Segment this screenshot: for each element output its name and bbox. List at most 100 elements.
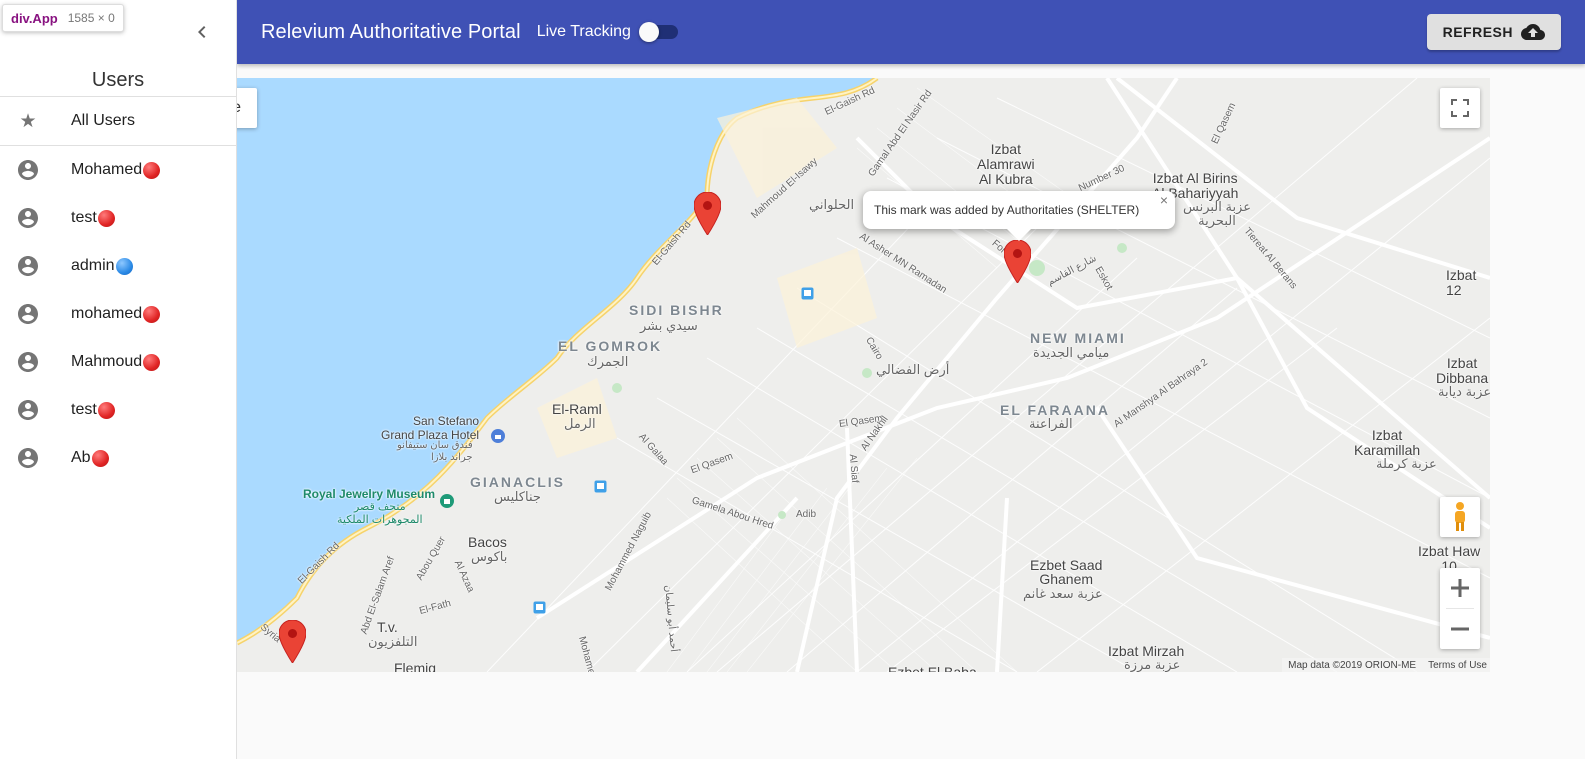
map-marker[interactable] [694,192,721,235]
user-list-item[interactable]: Ab [0,434,236,482]
map-type-control-text: e [237,99,241,117]
account-circle-icon [16,302,40,326]
drawer-title: Users [91,69,145,91]
label-ezbet-saad: Ezbet Saad Ghanem [1030,557,1103,587]
plus-icon [1451,579,1469,597]
map-marker-shelter[interactable] [1004,240,1031,283]
user-list-item[interactable]: test [0,194,236,242]
label-el-raml-ar: الرمل [564,416,596,431]
user-name: mohamed [71,305,143,322]
label-tv: T.v. [377,619,398,635]
devtools-size: 1585 × 0 [67,11,115,25]
devtools-tag: div.App [11,10,58,26]
star-icon: ★ [19,110,37,132]
map-attribution: Map data ©2019 ORION-ME Terms of Use [1282,658,1490,672]
map-base [237,78,1490,672]
account-circle-icon [16,350,40,374]
account-circle-icon [16,446,40,470]
user-name: test [71,209,97,226]
zoom-control [1440,568,1480,649]
user-name: admin [71,257,115,274]
users-drawer: Users ★ All Users Mohamed test admin mohame… [0,0,237,759]
chevron-left-icon [198,26,206,38]
user-name: Mohamed [71,161,143,178]
label-halawani-ar: الحلواني [809,197,855,212]
live-tracking-switch[interactable] [638,20,679,44]
user-name: Ab [71,449,91,466]
user-name: test [71,401,97,418]
user-name: Mahmoud [71,353,143,370]
user-list-item[interactable]: Mahmoud [0,338,236,386]
label-bacos-ar: باكوس [471,549,508,564]
refresh-label: REFRESH [1442,24,1513,40]
all-users-label: All Users [71,112,136,129]
hotel-poi-icon[interactable] [490,428,506,444]
label-ezbet-el-baba: Ezbet El Baba [888,664,977,672]
user-list-item[interactable]: test [0,386,236,434]
transit-poi-icon[interactable] [533,601,546,614]
label-izbat-dibbana: Izbat Dibbana [1436,355,1489,386]
label-flemig: Flemig [394,660,437,672]
user-list-item[interactable]: admin [0,242,236,290]
terms-of-use-link[interactable]: Terms of Use [1428,660,1487,671]
museum-poi-icon[interactable] [439,493,455,509]
red-status-dot-icon [97,401,115,419]
collapse-drawer-button[interactable] [190,20,214,44]
info-window-close-button[interactable]: × [1157,193,1171,207]
fullscreen-icon [1451,99,1469,117]
label-san-stefano: San Stefano Grand Plaza Hotel [381,414,480,442]
label-sidi-bishr-ar: سيدي بشر [640,318,698,333]
label-gianaclis: GIANACLIS [470,474,565,490]
fullscreen-button[interactable] [1440,88,1480,128]
account-circle-icon [16,254,40,278]
red-status-dot-icon [143,161,161,179]
user-list-item[interactable]: Mohamed [0,146,236,194]
label-el-gomrok: EL GOMROK [558,338,663,354]
label-royal-jewelry-ar: متحف قصر المجوهرات الملكية [337,501,423,526]
label-izbat-dibbana-ar: عزبة ديابة [1438,384,1490,399]
label-izbat-alamrawi: Izbat Alamrawi Al Kubra [977,141,1035,187]
transit-poi-icon[interactable] [801,287,814,300]
label-izbat-karamillah: Izbat Karamillah [1354,427,1421,458]
label-sidi-bishr: SIDI BISHR [629,302,724,318]
street-view-pegman[interactable] [1440,497,1480,537]
all-users-item[interactable]: ★ All Users [0,97,236,145]
label-izbat-mirzah-ar: عزبة مرزة [1124,657,1181,672]
label-bacos: Bacos [468,534,507,550]
user-list: Mohamed test admin mohamed Mahmoud test Ab [0,146,236,482]
map-data-credit: Map data ©2019 ORION-ME [1288,659,1417,671]
account-circle-icon [16,206,40,230]
label-ezbet-saad-ar: عزبة سعد غانم [1023,586,1103,601]
user-list-item[interactable]: mohamed [0,290,236,338]
zoom-out-button[interactable] [1440,609,1480,649]
label-san-stefano-ar: فندق سان ستيفانو جراند بلازا [397,440,473,463]
label-new-miami: NEW MIAMI [1030,330,1126,346]
label-izbat-karamillah-ar: عزبة كرملة [1376,456,1437,471]
label-el-gomrok-ar: الجمرك [587,354,629,369]
label-el-faraana-ar: الفراعنة [1029,416,1073,431]
pegman-icon [1455,502,1465,531]
red-status-dot-icon [143,353,161,371]
label-tv-ar: التلفزيون [368,634,418,649]
account-circle-icon [16,158,40,182]
red-status-dot-icon [91,449,109,467]
transit-poi-icon[interactable] [594,480,607,493]
devtools-element-tooltip: div.App 1585 × 0 [2,4,124,32]
label-new-miami-ar: ميامي الجديدة [1033,345,1110,360]
minus-icon [1451,627,1469,631]
label-izbat-12: Izbat 12 [1446,267,1477,298]
zoom-in-button[interactable] [1440,568,1480,608]
refresh-button[interactable]: REFRESH [1426,14,1561,50]
map-type-control-partial[interactable]: e [237,88,257,128]
red-status-dot-icon [143,305,161,323]
label-ard-el-fadaly-ar: أرض الفضالي [876,362,950,377]
map-view[interactable]: SIDI BISHR سيدي بشر EL GOMROK الجمرك El-… [237,78,1490,672]
live-tracking-label: Live Tracking [536,23,631,40]
label-adib: Adib [796,509,817,520]
label-el-raml: El-Raml [552,401,602,417]
app-title: Relevium Authoritative Portal [261,20,521,43]
label-izbat-birins-ar: عزبة البرنس البحرية [1183,199,1251,228]
info-window-text: This mark was added by Authoritaties (SH… [874,203,1140,217]
label-royal-jewelry: Royal Jewelry Museum [303,487,436,501]
map-marker[interactable] [279,620,306,663]
